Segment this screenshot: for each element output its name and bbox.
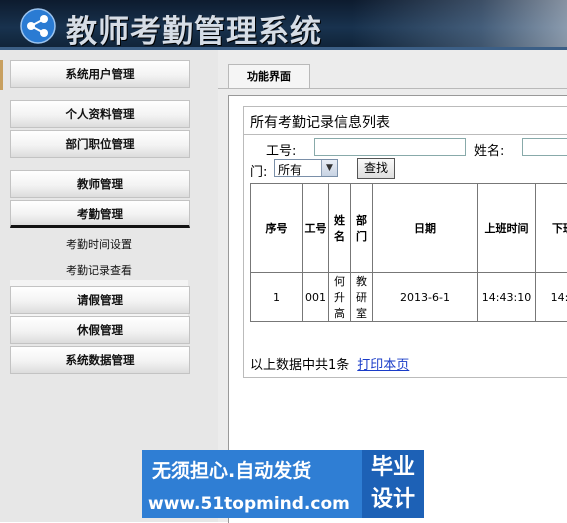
table-row: 1 001 何升高 教研室 2013-6-1 14:43:10 14:4	[251, 273, 567, 322]
employee-id-label: 工号:	[266, 140, 296, 159]
header-cell: 日期	[373, 184, 478, 273]
header-cell: 下班	[536, 184, 567, 273]
sidebar-item-vacation[interactable]: 休假管理	[10, 316, 190, 344]
table-header-row: 序号 工号 姓名 部门 日期 上班时间 下班	[251, 184, 567, 273]
record-count-text: 以上数据中共1条	[250, 358, 349, 373]
app-header: 教师考勤管理系统	[0, 0, 567, 50]
table-cell: 001	[303, 273, 329, 322]
chevron-down-icon: ▼	[321, 160, 337, 176]
table-cell: 何升高	[329, 273, 351, 322]
watermark-url: www.51topmind.com	[148, 494, 350, 514]
table-cell: 14:4	[536, 273, 567, 322]
table-cell: 教研室	[351, 273, 373, 322]
header-cell: 序号	[251, 184, 303, 273]
title-divider	[244, 134, 567, 135]
sidebar-item-leave[interactable]: 请假管理	[10, 286, 190, 314]
sidebar-item-profile[interactable]: 个人资料管理	[10, 100, 190, 128]
app-title: 教师考勤管理系统	[66, 6, 322, 50]
sidebar-item-teachers[interactable]: 教师管理	[10, 170, 190, 198]
tab-divider	[218, 88, 567, 89]
share-logo-icon	[20, 8, 56, 44]
sidebar-edge-marker	[0, 60, 3, 90]
attendance-table: 序号 工号 姓名 部门 日期 上班时间 下班 1 001	[250, 183, 567, 322]
submenu-item-attendance-records[interactable]: 考勤记录查看	[10, 260, 188, 282]
name-input[interactable]	[522, 138, 567, 156]
header-sky-graphic	[352, 0, 567, 50]
department-select[interactable]: 所有 ▼	[274, 159, 338, 177]
attendance-list-box: 所有考勤记录信息列表 工号: 姓名: 门: 所有 ▼ 查找	[243, 106, 567, 378]
submenu-item-attendance-time[interactable]: 考勤时间设置	[10, 234, 188, 256]
header-cell: 上班时间	[478, 184, 536, 273]
search-button[interactable]: 查找	[357, 158, 395, 179]
attendance-table-viewport: 序号 工号 姓名 部门 日期 上班时间 下班 1 001	[250, 183, 567, 343]
department-label: 门:	[250, 161, 267, 180]
header-cell: 工号	[303, 184, 329, 273]
sidebar-item-attendance[interactable]: 考勤管理	[10, 200, 190, 228]
table-cell: 2013-6-1	[373, 273, 478, 322]
record-summary: 以上数据中共1条打印本页	[250, 354, 409, 373]
table-cell: 14:43:10	[478, 273, 536, 322]
sidebar-item-system-users[interactable]: 系统用户管理	[10, 60, 190, 88]
tab-function-view[interactable]: 功能界面	[228, 64, 310, 89]
watermark-badge: 毕业设计	[362, 450, 424, 518]
header-cell: 姓名	[329, 184, 351, 273]
watermark-slogan: 无须担心.自动发货	[152, 456, 311, 483]
watermark-banner: 无须担心.自动发货 www.51topmind.com 毕业设计	[142, 450, 424, 518]
table-cell: 1	[251, 273, 303, 322]
print-page-link[interactable]: 打印本页	[357, 358, 409, 373]
name-label: 姓名:	[474, 140, 504, 159]
sidebar-item-departments[interactable]: 部门职位管理	[10, 130, 190, 158]
department-select-value: 所有	[278, 161, 302, 178]
sidebar-item-system-data[interactable]: 系统数据管理	[10, 346, 190, 374]
header-cell: 部门	[351, 184, 373, 273]
list-title: 所有考勤记录信息列表	[250, 112, 390, 132]
employee-id-input[interactable]	[314, 138, 466, 156]
